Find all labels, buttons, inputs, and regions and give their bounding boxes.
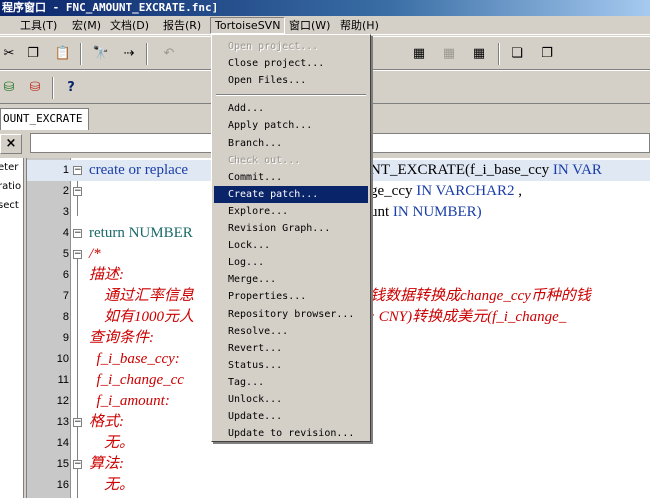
toolbar-separator bbox=[498, 43, 500, 65]
svn-check-out: Check out... bbox=[228, 154, 301, 166]
svn-log[interactable]: Log... bbox=[214, 254, 368, 271]
db-red-icon[interactable]: ⛁ bbox=[26, 79, 44, 97]
title-bar: 程序窗口 - FNC_AMOUNT_EXCRATE.fnc] bbox=[0, 0, 650, 16]
left-panel-item[interactable]: ratio bbox=[0, 177, 23, 196]
debug-icon[interactable]: ▦ bbox=[410, 45, 428, 63]
svn-add[interactable]: Add... bbox=[214, 100, 368, 117]
find-next-icon[interactable]: ⇢ bbox=[120, 45, 138, 63]
svn-merge[interactable]: Merge... bbox=[214, 271, 368, 288]
scissors-icon[interactable]: ✂ bbox=[0, 45, 18, 63]
svn-resolve[interactable]: Resolve... bbox=[214, 323, 368, 340]
svn-tag[interactable]: Tag... bbox=[214, 374, 368, 391]
toolbar-separator bbox=[52, 77, 54, 99]
fold-toggle-icon[interactable]: − bbox=[73, 418, 82, 427]
code-line-16: 16 无。 bbox=[56, 477, 135, 493]
binoculars-icon[interactable]: 🔭 bbox=[92, 45, 110, 63]
svn-revert[interactable]: Revert... bbox=[214, 340, 368, 357]
tab-function-file[interactable]: OUNT_EXCRATE bbox=[0, 108, 90, 130]
svn-repo-browser[interactable]: Repository browser... bbox=[214, 306, 368, 323]
toolbar-separator bbox=[80, 43, 82, 65]
window-title: 程序窗口 - FNC_AMOUNT_EXCRATE.fnc] bbox=[2, 1, 219, 14]
svn-create-patch[interactable]: Create patch... bbox=[214, 185, 368, 203]
svn-apply-patch[interactable]: Apply patch... bbox=[214, 117, 368, 134]
svn-unlock[interactable]: Unlock... bbox=[214, 391, 368, 408]
db-icon[interactable]: ⛁ bbox=[0, 79, 18, 97]
svn-update[interactable]: Update... bbox=[214, 408, 368, 425]
fold-toggle-icon[interactable]: − bbox=[73, 250, 82, 259]
svn-commit[interactable]: Commit... bbox=[214, 169, 368, 186]
close-panel-button[interactable]: × bbox=[0, 134, 22, 154]
debug-step-icon[interactable]: ▦ bbox=[440, 45, 458, 63]
tortoisesvn-dropdown-menu: Open project... Close project... Open File… bbox=[211, 34, 371, 442]
object-browser-panel: eter ratio sect bbox=[0, 158, 24, 498]
svn-revision-graph[interactable]: Revision Graph... bbox=[214, 220, 368, 237]
help-icon[interactable]: ? bbox=[62, 79, 80, 97]
toolbar-separator bbox=[146, 43, 148, 65]
left-panel-item[interactable]: eter bbox=[0, 158, 23, 177]
paste-icon[interactable]: 📋 bbox=[54, 45, 72, 63]
svn-explore[interactable]: Explore... bbox=[214, 203, 368, 220]
svn-close-project[interactable]: Close project... bbox=[214, 55, 368, 72]
menu-macro[interactable]: 宏(M) bbox=[68, 17, 105, 34]
fold-toggle-icon[interactable]: − bbox=[73, 460, 82, 469]
undo-icon[interactable]: ↶ bbox=[160, 45, 178, 63]
left-panel-item[interactable]: sect bbox=[0, 196, 23, 215]
window-cascade-icon[interactable]: ❐ bbox=[538, 45, 556, 63]
fold-toggle-icon[interactable]: − bbox=[73, 187, 82, 196]
menu-window[interactable]: 窗口(W) bbox=[285, 17, 334, 34]
copy-icon[interactable]: ❐ bbox=[24, 45, 42, 63]
svn-lock[interactable]: Lock... bbox=[214, 237, 368, 254]
svn-update-to-revision[interactable]: Update to revision... bbox=[214, 425, 368, 442]
code-line-15: 15 − 算法: bbox=[56, 456, 124, 472]
svn-open-files[interactable]: Open Files... bbox=[214, 72, 368, 89]
svn-properties[interactable]: Properties... bbox=[214, 288, 368, 305]
svn-status[interactable]: Status... bbox=[214, 357, 368, 374]
debug-run-icon[interactable]: ▦ bbox=[470, 45, 488, 63]
menu-bar: 工具(T) 宏(M) 文档(D) 报告(R) TortoiseSVN 窗口(W)… bbox=[0, 16, 650, 35]
menu-separator bbox=[216, 94, 366, 97]
fold-toggle-icon[interactable]: − bbox=[73, 166, 82, 175]
menu-help[interactable]: 帮助(H) bbox=[336, 17, 383, 34]
menu-tortoisesvn[interactable]: TortoiseSVN bbox=[210, 17, 286, 34]
svn-branch[interactable]: Branch... bbox=[214, 135, 368, 152]
menu-tools[interactable]: 工具(T) bbox=[16, 17, 61, 34]
svn-open-project: Open project... bbox=[228, 41, 319, 52]
menu-documents[interactable]: 文档(D) bbox=[106, 17, 153, 34]
fold-toggle-icon[interactable]: − bbox=[73, 229, 82, 238]
menu-reports[interactable]: 报告(R) bbox=[159, 17, 205, 34]
window-tile-icon[interactable]: ❏ bbox=[508, 45, 526, 63]
